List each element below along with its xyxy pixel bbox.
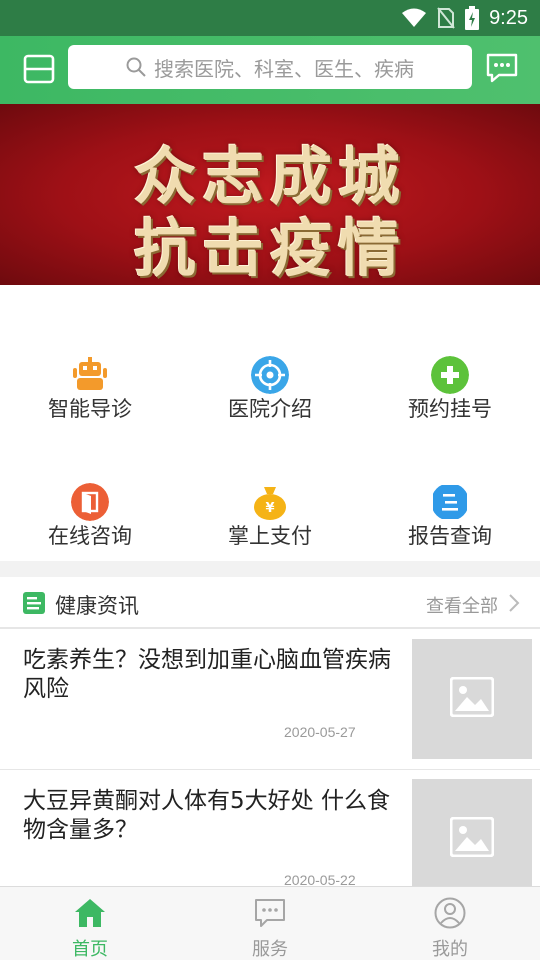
news-headline: 大豆异黄酮对人体有5大好处 什么食物含量多？ [23,788,390,843]
grid-label-report: 报告查询 [408,524,492,548]
user-icon [434,897,466,929]
document-icon [433,485,467,519]
news-thumbnail [412,779,532,899]
chevron-right-icon[interactable] [508,593,520,613]
grid-label-payment: 掌上支付 [228,524,312,548]
nav-service[interactable]: 服务 [180,887,360,960]
nav-label-service: 服务 [252,939,288,960]
plus-icon [431,356,469,394]
news-headline: 吃素养生？没想到加重心脑血管疾病风险 [23,647,391,702]
message-icon[interactable] [484,50,520,86]
grid-item-consult[interactable]: 在线咨询 [0,450,180,570]
grid-item-guide[interactable]: 智能导诊 [0,323,180,443]
scan-icon[interactable] [22,52,56,86]
nav-profile[interactable]: 我的 [360,887,540,960]
bottom-nav: 首页 服务 我的 [0,886,540,960]
wifi-icon [402,8,427,27]
news-section-header: 健康资讯 查看全部 [0,577,540,629]
svg-text:¥: ¥ [265,501,274,516]
grid-label-guide: 智能导诊 [48,397,132,421]
robot-icon [73,357,107,390]
section-divider [0,561,540,577]
image-placeholder-icon [450,677,494,717]
target-icon [251,356,289,394]
grid-label-consult: 在线咨询 [48,524,132,548]
nav-home[interactable]: 首页 [0,887,180,960]
money-bag-icon: ¥ [254,487,286,520]
no-sim-icon [437,7,455,29]
grid-label-appointment: 预约挂号 [408,397,492,421]
grid-item-payment[interactable]: ¥ 掌上支付 [180,450,360,570]
news-date: 2020-05-27 [284,724,356,740]
service-grid: 智能导诊 医院介绍 预约挂号 在线咨询 ¥ 掌上支付 报告查询 [0,285,540,561]
nav-label-profile: 我的 [432,939,468,960]
home-icon [75,899,105,927]
see-all-link[interactable]: 查看全部 [426,592,498,618]
news-thumbnail [412,639,532,759]
search-icon [126,57,146,77]
grid-item-report[interactable]: 报告查询 [360,450,540,570]
news-item[interactable]: 吃素养生？没想到加重心脑血管疾病风险 2020-05-27 [0,630,540,770]
image-placeholder-icon [450,817,494,857]
battery-charging-icon [465,6,480,30]
top-header: 搜索医院、科室、医生、疾病 [0,36,540,104]
grid-label-hospital-intro: 医院介绍 [228,397,312,421]
news-section-title: 健康资讯 [55,594,139,618]
nav-label-home: 首页 [72,939,108,960]
status-bar: 9:25 [0,0,540,36]
grid-item-hospital-intro[interactable]: 医院介绍 [180,323,360,443]
door-icon [71,483,109,521]
status-icons: 9:25 [401,0,528,36]
news-icon [23,592,45,614]
search-placeholder: 搜索医院、科室、医生、疾病 [154,56,414,81]
banner[interactable]: 众志成城 抗击疫情 [0,104,540,285]
status-time: 9:25 [489,6,528,29]
banner-line-2: 抗击疫情 [133,212,406,285]
grid-item-appointment[interactable]: 预约挂号 [360,323,540,443]
chat-icon [255,899,285,927]
search-input[interactable]: 搜索医院、科室、医生、疾病 [68,45,472,89]
